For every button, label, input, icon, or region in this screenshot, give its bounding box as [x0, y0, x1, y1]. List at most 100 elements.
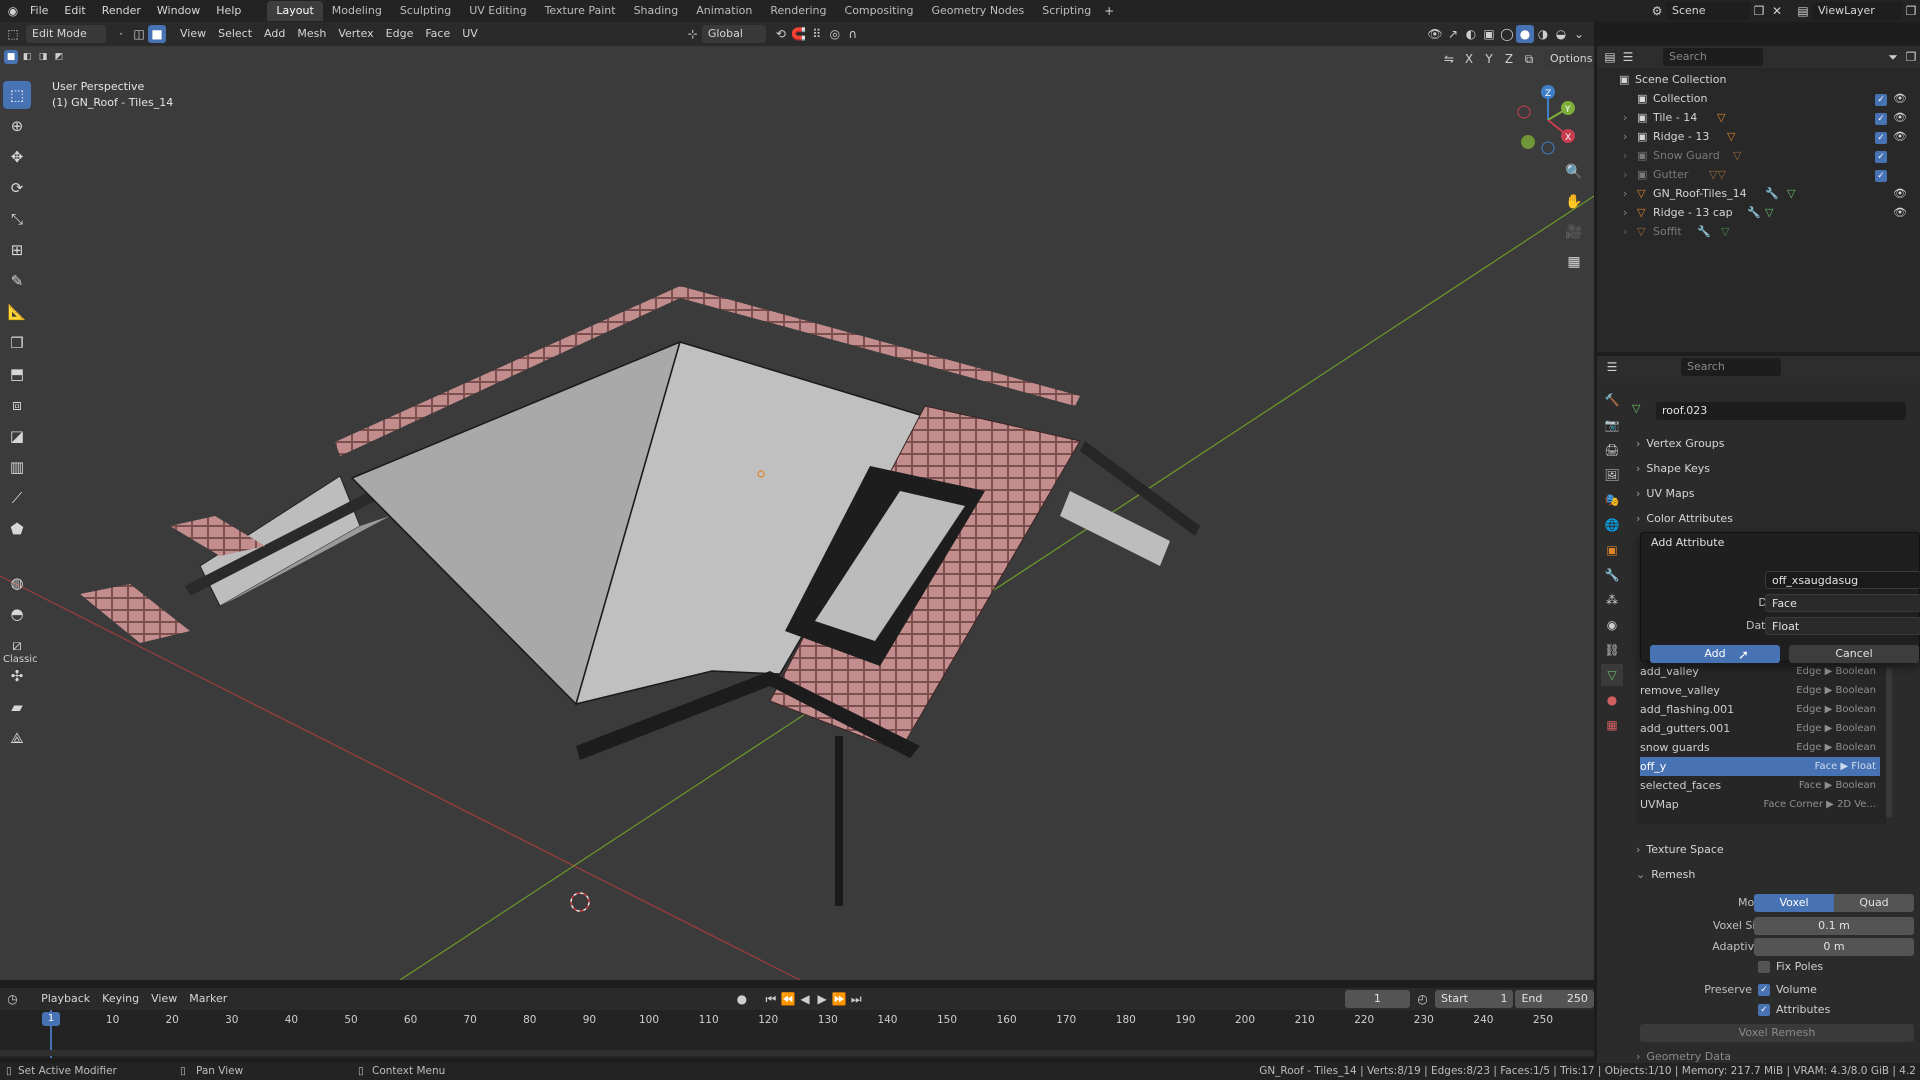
tab-rendering[interactable]: Rendering	[761, 1, 835, 21]
transform-tool-icon[interactable]: ⊞	[3, 236, 31, 264]
face-select-icon[interactable]: ■	[148, 25, 166, 43]
vertex-select-icon[interactable]: ⋅	[112, 25, 130, 43]
next-key-icon[interactable]: ⏩	[831, 990, 848, 1008]
exclude-checkbox[interactable]: ✓	[1875, 112, 1887, 125]
editor-type-icon[interactable]: ⬚	[4, 25, 22, 43]
xray-icon[interactable]: ▣	[1480, 25, 1498, 43]
menu-view[interactable]: View	[174, 25, 212, 43]
rotate-tool-icon[interactable]: ⟳	[3, 174, 31, 202]
ortho-grid-icon[interactable]: ▦	[1562, 250, 1586, 274]
volume-checkbox[interactable]: ✓	[1758, 983, 1770, 996]
data-tab-icon[interactable]: ▽	[1601, 664, 1623, 686]
scene-selector[interactable]: Scene	[1666, 2, 1750, 20]
tab-uv-editing[interactable]: UV Editing	[460, 1, 535, 21]
blender-logo-icon[interactable]: ◉	[4, 2, 22, 20]
tab-geometry-nodes[interactable]: Geometry Nodes	[922, 1, 1033, 21]
timeline-track[interactable]: 10 20 30 40 50 60 70 80 90 100 110 120 130 140 150 160 1…	[0, 1010, 1594, 1058]
scene-tab-icon[interactable]: 🎭	[1601, 489, 1623, 511]
menu-render[interactable]: Render	[94, 0, 149, 22]
select-subtract-icon[interactable]: ◨	[36, 50, 50, 64]
attributes-checkbox[interactable]: ✓	[1758, 1003, 1770, 1016]
physics-tab-icon[interactable]: ◉	[1601, 614, 1623, 636]
smooth-tool-icon[interactable]: ◓	[3, 600, 31, 628]
eye-icon[interactable]: 👁	[1893, 130, 1907, 143]
menu-edge[interactable]: Edge	[380, 25, 420, 43]
tab-layout[interactable]: Layout	[267, 1, 323, 21]
data-type-select[interactable]: Float	[1765, 617, 1920, 635]
panel-uv-maps[interactable]: › UV Maps	[1636, 482, 1920, 504]
shrink-fatten-tool-icon[interactable]: ✣	[3, 662, 31, 690]
material-shading-icon[interactable]: ◑	[1534, 25, 1552, 43]
play-icon[interactable]: ▶	[814, 990, 831, 1008]
constraints-tab-icon[interactable]: ⛓	[1601, 639, 1623, 661]
play-reverse-icon[interactable]: ◀	[797, 990, 814, 1008]
quad-mode-button[interactable]: Quad	[1834, 894, 1914, 912]
knife-tool-icon[interactable]: ⟋	[3, 484, 31, 512]
eye-icon[interactable]: 👁	[1893, 92, 1907, 105]
scene-icon[interactable]: ⚙	[1648, 2, 1666, 20]
add-cube-tool-icon[interactable]: ❒	[3, 329, 31, 357]
start-frame-field[interactable]: Start 1	[1435, 990, 1514, 1008]
list-item[interactable]: selected_faces Face ▶ Boolean	[1640, 776, 1880, 795]
select-box-tool-icon[interactable]: ⬚	[3, 81, 31, 109]
fix-poles-row[interactable]: Fix Poles	[1758, 960, 1823, 973]
exclude-checkbox[interactable]: ✓	[1875, 93, 1887, 106]
voxel-mode-button[interactable]: Voxel	[1754, 894, 1834, 912]
add-button[interactable]: Add	[1650, 645, 1780, 663]
outliner-item-ridge[interactable]: › ▣ Ridge - 13 ▽ ✓ 👁	[1597, 127, 1920, 146]
panel-shape-keys[interactable]: › Shape Keys	[1636, 457, 1920, 479]
camera-view-icon[interactable]: 🎥	[1562, 220, 1586, 244]
tab-scripting[interactable]: Scripting	[1033, 1, 1100, 21]
new-scene-icon[interactable]: ❐	[1750, 2, 1768, 20]
tool-tab-icon[interactable]: 🔨	[1601, 389, 1623, 411]
timeline-editor-icon[interactable]: ◷	[4, 990, 21, 1008]
prev-key-icon[interactable]: ⏪	[779, 990, 796, 1008]
menu-keying[interactable]: Keying	[96, 990, 145, 1008]
tab-texture-paint[interactable]: Texture Paint	[536, 1, 625, 21]
shear-tool-icon[interactable]: ▰	[3, 693, 31, 721]
menu-vertex[interactable]: Vertex	[332, 25, 379, 43]
delete-scene-icon[interactable]: ✕	[1768, 2, 1786, 20]
add-workspace-icon[interactable]: +	[1100, 2, 1118, 20]
new-collection-icon[interactable]: ❐	[1902, 48, 1920, 66]
extrude-tool-icon[interactable]: ⬒	[3, 360, 31, 388]
menu-mesh[interactable]: Mesh	[291, 25, 332, 43]
panel-texture-space[interactable]: › Texture Space	[1636, 838, 1920, 860]
modifier-tab-icon[interactable]: 🔧	[1601, 564, 1623, 586]
mirror-z-toggle[interactable]: Z	[1500, 50, 1518, 68]
list-item[interactable]: add_gutters.001 Edge ▶ Boolean	[1640, 719, 1880, 738]
menu-help[interactable]: Help	[208, 0, 249, 22]
fix-poles-checkbox[interactable]	[1758, 960, 1770, 973]
adaptivity-field[interactable]: 0 m	[1754, 938, 1914, 956]
select-extend-icon[interactable]: ◧	[20, 50, 34, 64]
outliner-item-gn-roof[interactable]: › ▽ GN_Roof-Tiles_14 🔧 ▽ 👁	[1597, 184, 1920, 203]
jump-start-icon[interactable]: ⏮	[762, 990, 779, 1008]
select-new-icon[interactable]: ■	[4, 50, 18, 64]
snap-icon[interactable]: 🧲	[790, 25, 808, 43]
scale-tool-icon[interactable]: ⤡	[3, 205, 31, 233]
menu-file[interactable]: File	[22, 0, 56, 22]
wireframe-shading-icon[interactable]: ◯	[1498, 25, 1516, 43]
menu-marker[interactable]: Marker	[183, 990, 233, 1008]
options-button[interactable]: Options	[1544, 50, 1594, 68]
navigation-gizmo[interactable]: Z Y X	[1510, 80, 1590, 160]
menu-uv[interactable]: UV	[456, 25, 484, 43]
material-tab-icon[interactable]: ●	[1601, 689, 1623, 711]
outliner-item-snow-guard[interactable]: › ▣ Snow Guard ▽ ✓	[1597, 146, 1920, 165]
domain-select[interactable]: Face	[1765, 594, 1920, 612]
poly-build-tool-icon[interactable]: ⬟	[3, 515, 31, 543]
eye-icon[interactable]: 👁	[1893, 187, 1907, 200]
mirror-y-toggle[interactable]: Y	[1480, 50, 1498, 68]
current-frame-field[interactable]: 1	[1344, 990, 1410, 1008]
spin-tool-icon[interactable]: ◍	[3, 569, 31, 597]
render-tab-icon[interactable]: 📷	[1601, 414, 1623, 436]
attributes-row[interactable]: ✓ Attributes	[1758, 1003, 1830, 1016]
menu-face[interactable]: Face	[419, 25, 456, 43]
pan-hand-icon[interactable]: ✋	[1562, 190, 1586, 214]
output-tab-icon[interactable]: 🖨	[1601, 439, 1623, 461]
voxel-size-field[interactable]: 0.1 m	[1754, 917, 1914, 935]
rendered-shading-icon[interactable]: ◒	[1552, 25, 1570, 43]
voxel-remesh-button[interactable]: Voxel Remesh	[1640, 1024, 1914, 1042]
list-item[interactable]: UVMap Face Corner ▶ 2D Ve...	[1640, 795, 1880, 814]
tab-modeling[interactable]: Modeling	[323, 1, 391, 21]
